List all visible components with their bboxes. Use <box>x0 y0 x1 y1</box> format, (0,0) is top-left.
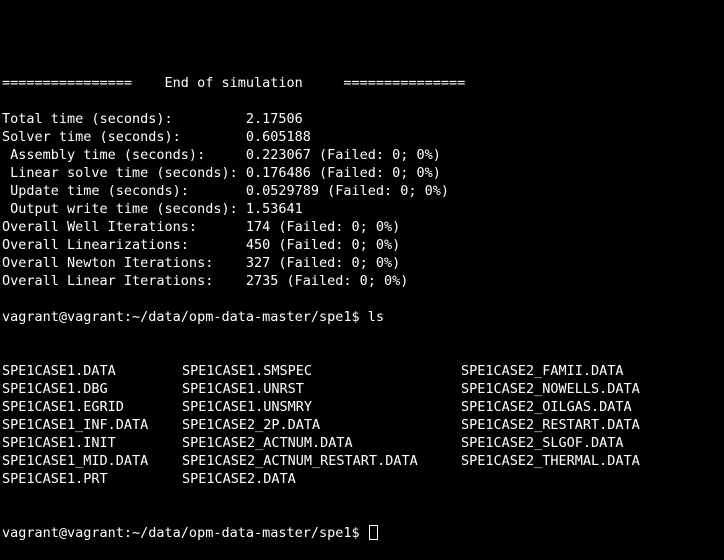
file-name: SPE1CASE2_NOWELLS.DATA <box>461 381 640 397</box>
file-name: SPE1CASE1.UNSMRY <box>182 399 313 415</box>
terminal-output-line: Overall Newton Iterations: 327 (Failed: … <box>2 255 401 271</box>
file-name: SPE1CASE1_INF.DATA <box>2 417 149 433</box>
file-name: SPE1CASE1.DATA <box>2 363 116 379</box>
terminal-output-line: Update time (seconds): 0.0529789 (Failed… <box>2 183 450 199</box>
terminal-output-line: Total time (seconds): 2.17506 <box>2 111 303 127</box>
file-name: SPE1CASE1.EGRID <box>2 399 124 415</box>
terminal-window[interactable]: ================ End of simulation =====… <box>2 38 722 560</box>
file-name: SPE1CASE1.PRT <box>2 471 108 487</box>
file-name: SPE1CASE2_THERMAL.DATA <box>461 453 640 469</box>
file-name: SPE1CASE1.SMSPEC <box>182 363 313 379</box>
terminal-output-line: vagrant@vagrant:~/data/opm-data-master/s… <box>2 309 385 325</box>
ls-output-listing: SPE1CASE1.DATA SPE1CASE1.SMSPEC SPE1CASE2_… <box>2 362 722 488</box>
file-name: SPE1CASE2_SLGOF.DATA <box>461 435 624 451</box>
terminal-prompt-line[interactable]: vagrant@vagrant:~/data/opm-data-master/s… <box>2 524 722 542</box>
file-name: SPE1CASE2.DATA <box>182 471 296 487</box>
file-name: SPE1CASE2_ACTNUM_RESTART.DATA <box>182 453 418 469</box>
file-name: SPE1CASE1.INIT <box>2 435 116 451</box>
terminal-output-line: Overall Linearizations: 450 (Failed: 0; … <box>2 237 401 253</box>
file-name: SPE1CASE1.DBG <box>2 381 108 397</box>
terminal-output-line: Output write time (seconds): 1.53641 <box>2 201 303 217</box>
file-name: SPE1CASE2_2P.DATA <box>182 417 321 433</box>
file-name <box>461 470 721 488</box>
terminal-output-line: Solver time (seconds): 0.605188 <box>2 129 311 145</box>
terminal-output: ================ End of simulation =====… <box>2 74 722 326</box>
terminal-output-line: ================ End of simulation =====… <box>2 75 466 91</box>
text-cursor <box>368 525 378 540</box>
terminal-output-line: Overall Linear Iterations: 2735 (Failed:… <box>2 273 409 289</box>
file-name: SPE1CASE2_ACTNUM.DATA <box>182 435 353 451</box>
file-name: SPE1CASE2_OILGAS.DATA <box>461 399 632 415</box>
file-name: SPE1CASE1_MID.DATA <box>2 453 149 469</box>
file-name: SPE1CASE1.UNRST <box>182 381 304 397</box>
file-name: SPE1CASE2_RESTART.DATA <box>461 417 640 433</box>
terminal-output-line: Overall Well Iterations: 174 (Failed: 0;… <box>2 219 401 235</box>
terminal-output-line: Assembly time (seconds): 0.223067 (Faile… <box>2 147 441 163</box>
terminal-prompt: vagrant@vagrant:~/data/opm-data-master/s… <box>2 525 368 541</box>
terminal-output-line: Linear solve time (seconds): 0.176486 (F… <box>2 165 441 181</box>
file-name: SPE1CASE2_FAMII.DATA <box>461 363 624 379</box>
